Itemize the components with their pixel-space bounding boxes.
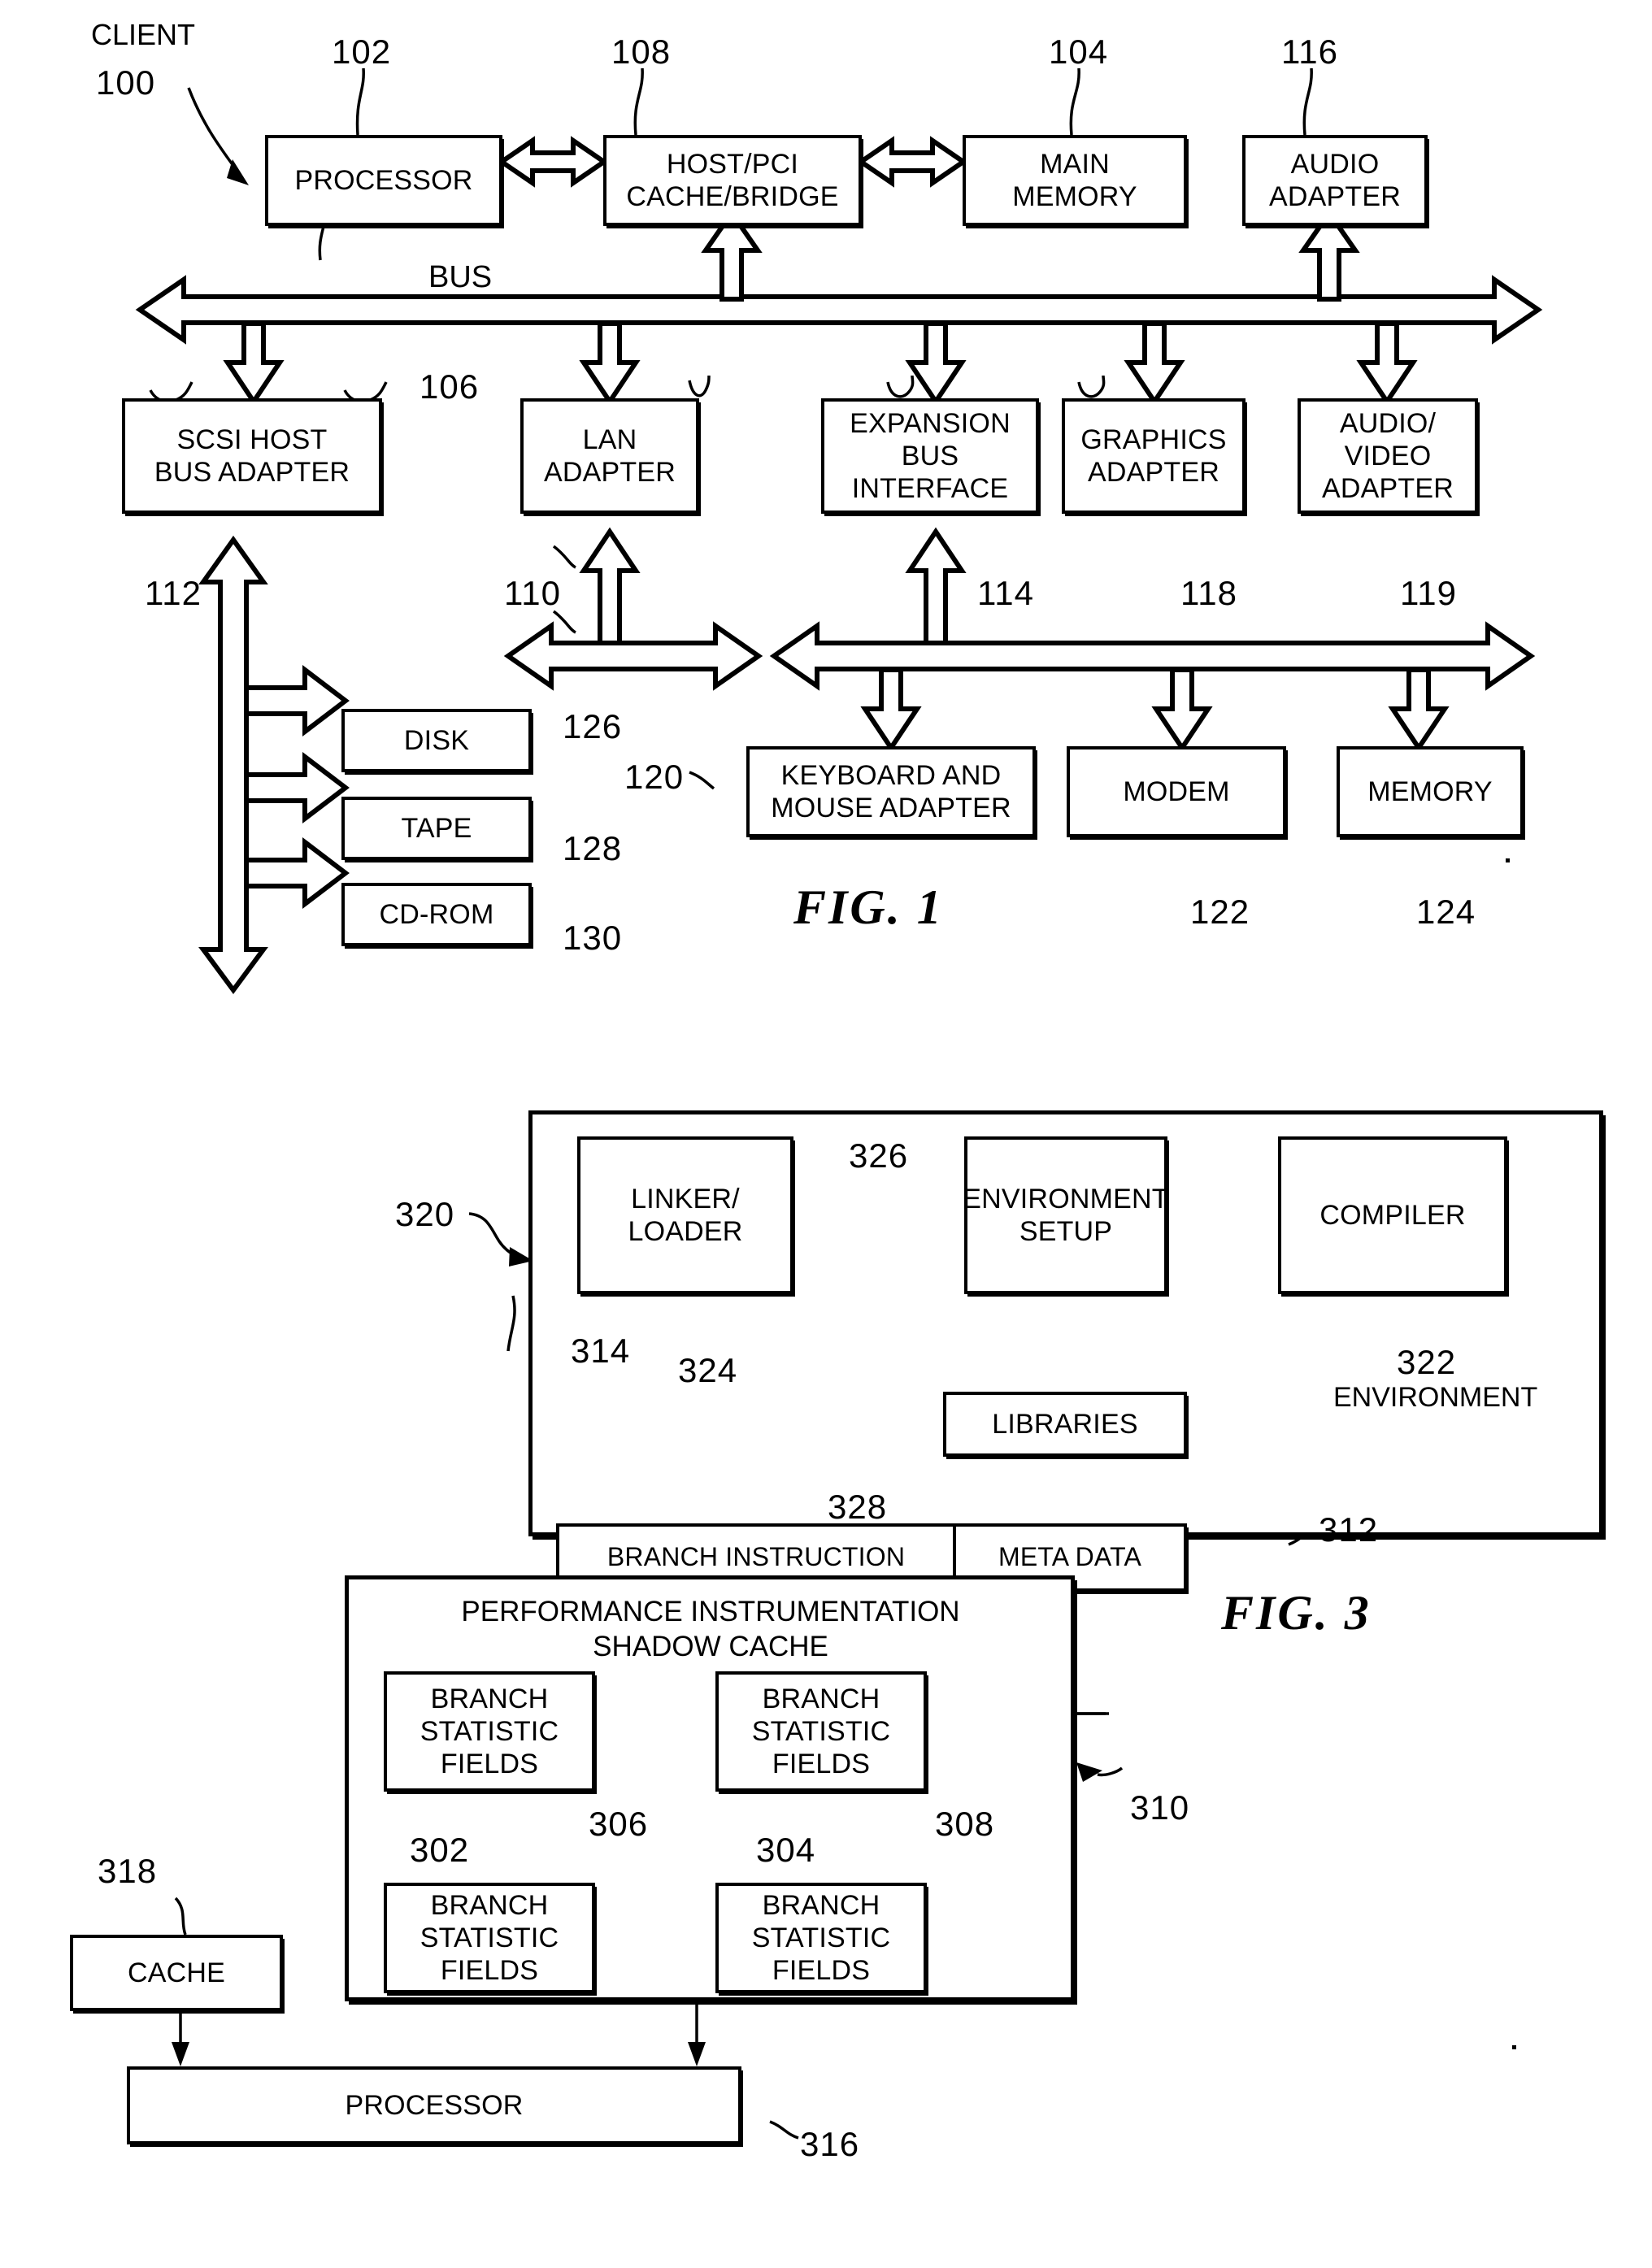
ref-122: 122 <box>1190 893 1250 931</box>
box-meta-data-label: META DATA <box>998 1542 1142 1572</box>
box-main-memory[interactable]: MAIN MEMORY <box>963 135 1187 226</box>
box-linker-loader[interactable]: LINKER/ LOADER <box>577 1136 793 1294</box>
box-audio-video-label: AUDIO/ VIDEO ADAPTER <box>1322 407 1454 505</box>
ref-324: 324 <box>678 1351 738 1389</box>
box-lan-adapter[interactable]: LAN ADAPTER <box>520 398 699 514</box>
ref-112: 112 <box>145 574 202 612</box>
ref-310: 310 <box>1130 1788 1190 1827</box>
box-scsi-host-bus-adapter[interactable]: SCSI HOST BUS ADAPTER <box>122 398 382 514</box>
box-branch-statistic-fields-302[interactable]: BRANCH STATISTIC FIELDS <box>384 1671 595 1792</box>
ref-320: 320 <box>395 1195 455 1233</box>
ref-106: 106 <box>420 367 480 406</box>
box-cdrom-label: CD-ROM <box>379 898 494 930</box>
ref-120: 120 <box>624 758 685 796</box>
bsf-308-label: BRANCH STATISTIC FIELDS <box>751 1889 891 1987</box>
box-lan-label: LAN ADAPTER <box>544 424 676 488</box>
box-compiler[interactable]: COMPILER <box>1278 1136 1507 1294</box>
ref-104: 104 <box>1049 33 1109 71</box>
figure-1-caption: FIG. 1 <box>793 880 944 934</box>
client-ref-100: 100 <box>96 63 156 102</box>
ref-318: 318 <box>98 1852 158 1890</box>
ref-128: 128 <box>563 829 623 867</box>
ref-102: 102 <box>332 33 392 71</box>
ref-304: 304 <box>756 1831 816 1869</box>
box-disk-label: DISK <box>403 724 470 756</box>
bsf-304-label: BRANCH STATISTIC FIELDS <box>751 1683 891 1780</box>
bsf-306-label: BRANCH STATISTIC FIELDS <box>420 1889 559 1987</box>
ref-119: 119 <box>1400 574 1457 612</box>
box-tape[interactable]: TAPE <box>341 797 532 860</box>
box-tape-label: TAPE <box>401 812 472 844</box>
ref-306: 306 <box>589 1805 649 1843</box>
box-scsi-label: SCSI HOST BUS ADAPTER <box>154 424 350 488</box>
ref-118: 118 <box>1180 574 1237 612</box>
box-host-pci-label: HOST/PCI CACHE/BRIDGE <box>626 148 839 212</box>
patent-drawing-sheet: CLIENT 100 102 108 104 116 PROCESSOR HOS… <box>0 0 1652 2268</box>
bsf-302-label: BRANCH STATISTIC FIELDS <box>420 1683 559 1780</box>
box-memory-label: MEMORY <box>1367 776 1493 807</box>
ref-108: 108 <box>611 33 672 71</box>
ref-114: 114 <box>977 574 1034 612</box>
box-memory[interactable]: MEMORY <box>1337 746 1524 837</box>
box-processor-label: PROCESSOR <box>294 164 473 196</box>
scan-artifact-dot <box>1512 2045 1516 2049</box>
box-modem-label: MODEM <box>1123 776 1230 807</box>
scan-artifact-dot <box>1506 858 1510 862</box>
box-disk[interactable]: DISK <box>341 709 532 772</box>
box-host-pci-cache-bridge[interactable]: HOST/PCI CACHE/BRIDGE <box>603 135 862 226</box>
box-libraries[interactable]: LIBRARIES <box>943 1392 1187 1457</box>
ref-316: 316 <box>800 2125 860 2163</box>
box-cache[interactable]: CACHE <box>70 1935 283 2011</box>
box-keyboard-and-mouse-adapter[interactable]: KEYBOARD AND MOUSE ADAPTER <box>746 746 1036 837</box>
ref-308: 308 <box>935 1805 995 1843</box>
box-libraries-label: LIBRARIES <box>992 1408 1138 1440</box>
ref-116: 116 <box>1281 33 1338 71</box>
box-expansion-label: EXPANSION BUS INTERFACE <box>850 407 1011 505</box>
environment-label: ENVIRONMENT <box>1333 1382 1538 1413</box>
box-audio-adapter-label: AUDIO ADAPTER <box>1269 148 1401 212</box>
ref-130: 130 <box>563 919 623 957</box>
box-graphics-adapter[interactable]: GRAPHICS ADAPTER <box>1062 398 1246 514</box>
box-keyboard-mouse-label: KEYBOARD AND MOUSE ADAPTER <box>771 759 1011 823</box>
ref-326: 326 <box>849 1136 909 1175</box>
client-label: CLIENT <box>91 18 196 51</box>
bus-label: BUS <box>428 260 493 294</box>
box-main-memory-label: MAIN MEMORY <box>1012 148 1137 212</box>
figure-3-caption: FIG. 3 <box>1221 1586 1372 1640</box>
ref-110: 110 <box>504 574 561 612</box>
box-cache-label: CACHE <box>127 1957 226 1988</box>
box-audio-adapter[interactable]: AUDIO ADAPTER <box>1242 135 1428 226</box>
box-expansion-bus-interface[interactable]: EXPANSION BUS INTERFACE <box>821 398 1039 514</box>
box-linker-loader-label: LINKER/ LOADER <box>628 1183 743 1247</box>
ref-312: 312 <box>1319 1510 1379 1549</box>
box-processor-316-label: PROCESSOR <box>345 2089 524 2121</box>
ref-126: 126 <box>563 707 623 745</box>
box-graphics-label: GRAPHICS ADAPTER <box>1080 424 1227 488</box>
box-audio-video-adapter[interactable]: AUDIO/ VIDEO ADAPTER <box>1298 398 1478 514</box>
box-modem[interactable]: MODEM <box>1067 746 1286 837</box>
shadow-cache-title: PERFORMANCE INSTRUMENTATION SHADOW CACHE <box>461 1596 960 1662</box>
box-branch-statistic-fields-306[interactable]: BRANCH STATISTIC FIELDS <box>384 1883 595 1993</box>
box-branch-statistic-fields-304[interactable]: BRANCH STATISTIC FIELDS <box>715 1671 927 1792</box>
box-processor-316[interactable]: PROCESSOR <box>127 2066 741 2144</box>
ref-302: 302 <box>410 1831 470 1869</box>
box-environment-setup-label: ENVIRONMENT SETUP <box>963 1183 1169 1247</box>
box-cd-rom[interactable]: CD-ROM <box>341 883 532 946</box>
box-branch-instruction-label: BRANCH INSTRUCTION <box>606 1542 906 1572</box>
ref-328: 328 <box>828 1488 888 1526</box>
box-compiler-label: COMPILER <box>1319 1199 1466 1231</box>
box-environment-setup[interactable]: ENVIRONMENT SETUP <box>963 1136 1169 1294</box>
box-processor[interactable]: PROCESSOR <box>265 135 502 226</box>
ref-322: 322 <box>1397 1343 1457 1381</box>
ref-314: 314 <box>571 1332 631 1370</box>
box-branch-statistic-fields-308[interactable]: BRANCH STATISTIC FIELDS <box>715 1883 927 1993</box>
ref-124: 124 <box>1416 893 1476 931</box>
